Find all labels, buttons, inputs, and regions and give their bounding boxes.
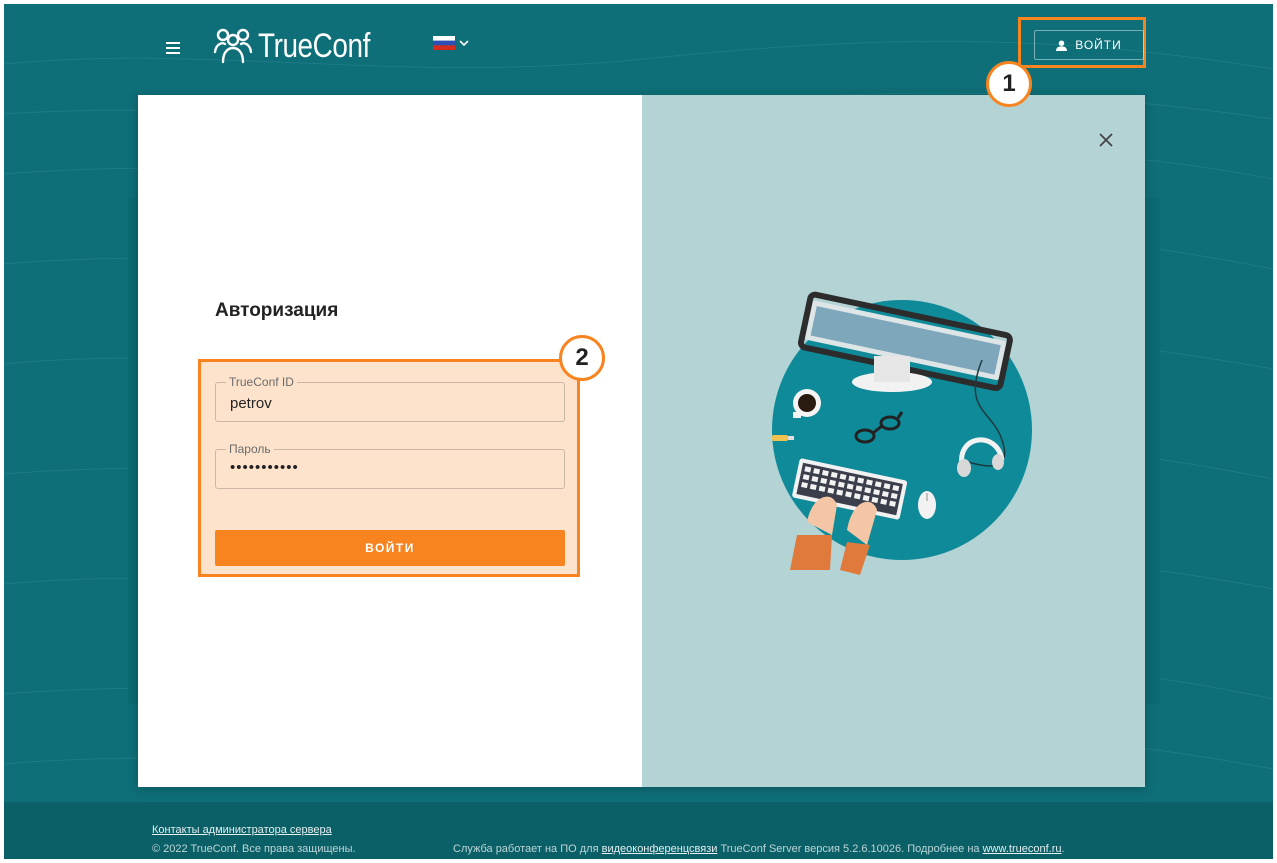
service-info: Служба работает на ПО для видеоконференц…	[453, 843, 1065, 855]
login-panel: Авторизация TrueConf ID petrov Пароль ••…	[138, 95, 642, 787]
login-modal: Авторизация TrueConf ID petrov Пароль ••…	[138, 95, 1145, 787]
logo-text: TrueConf	[258, 26, 370, 65]
service-info-version: TrueConf Server версия 5.2.6.10026. Подр…	[717, 843, 983, 855]
chevron-down-icon	[459, 40, 469, 47]
illustration-panel	[642, 95, 1145, 787]
login-submit-button[interactable]: ВОЙТИ	[215, 530, 565, 566]
admin-contacts-link[interactable]: Контакты администратора сервера	[152, 824, 332, 836]
app-background: TrueConf ВОЙТИ 1 Авторизация TrueConf ID…	[4, 4, 1273, 859]
trueconf-id-value: petrov	[230, 395, 272, 412]
callout-badge-2: 2	[559, 335, 605, 381]
header-login-button[interactable]: ВОЙТИ	[1034, 30, 1144, 60]
trueconf-people-logo	[213, 28, 253, 64]
password-value: •••••••••••	[230, 459, 299, 476]
close-icon[interactable]	[1095, 129, 1117, 151]
trueconf-site-link[interactable]: www.trueconf.ru	[983, 843, 1062, 855]
auth-title: Авторизация	[215, 300, 339, 321]
user-icon	[1056, 39, 1068, 51]
hamburger-menu-icon[interactable]	[164, 38, 184, 58]
copyright-text: © 2022 TrueConf. Все права защищены.	[152, 843, 356, 855]
russian-flag-icon	[433, 36, 455, 50]
service-info-suffix: .	[1061, 843, 1065, 855]
password-field[interactable]: Пароль •••••••••••	[215, 442, 565, 489]
password-label: Пароль	[226, 442, 274, 456]
footer: Контакты администратора сервера © 2022 T…	[4, 802, 1273, 859]
trueconf-logo[interactable]: TrueConf	[210, 26, 394, 66]
service-info-prefix: Служба работает на ПО для	[453, 843, 602, 855]
language-selector[interactable]	[433, 36, 469, 50]
trueconf-id-label: TrueConf ID	[226, 375, 297, 389]
workspace-illustration	[772, 291, 1032, 575]
header-login-label: ВОЙТИ	[1075, 38, 1122, 52]
videoconferencing-link[interactable]: видеоконференцсвязи	[602, 843, 718, 855]
callout-badge-1: 1	[986, 61, 1032, 107]
trueconf-id-field[interactable]: TrueConf ID petrov	[215, 375, 565, 422]
